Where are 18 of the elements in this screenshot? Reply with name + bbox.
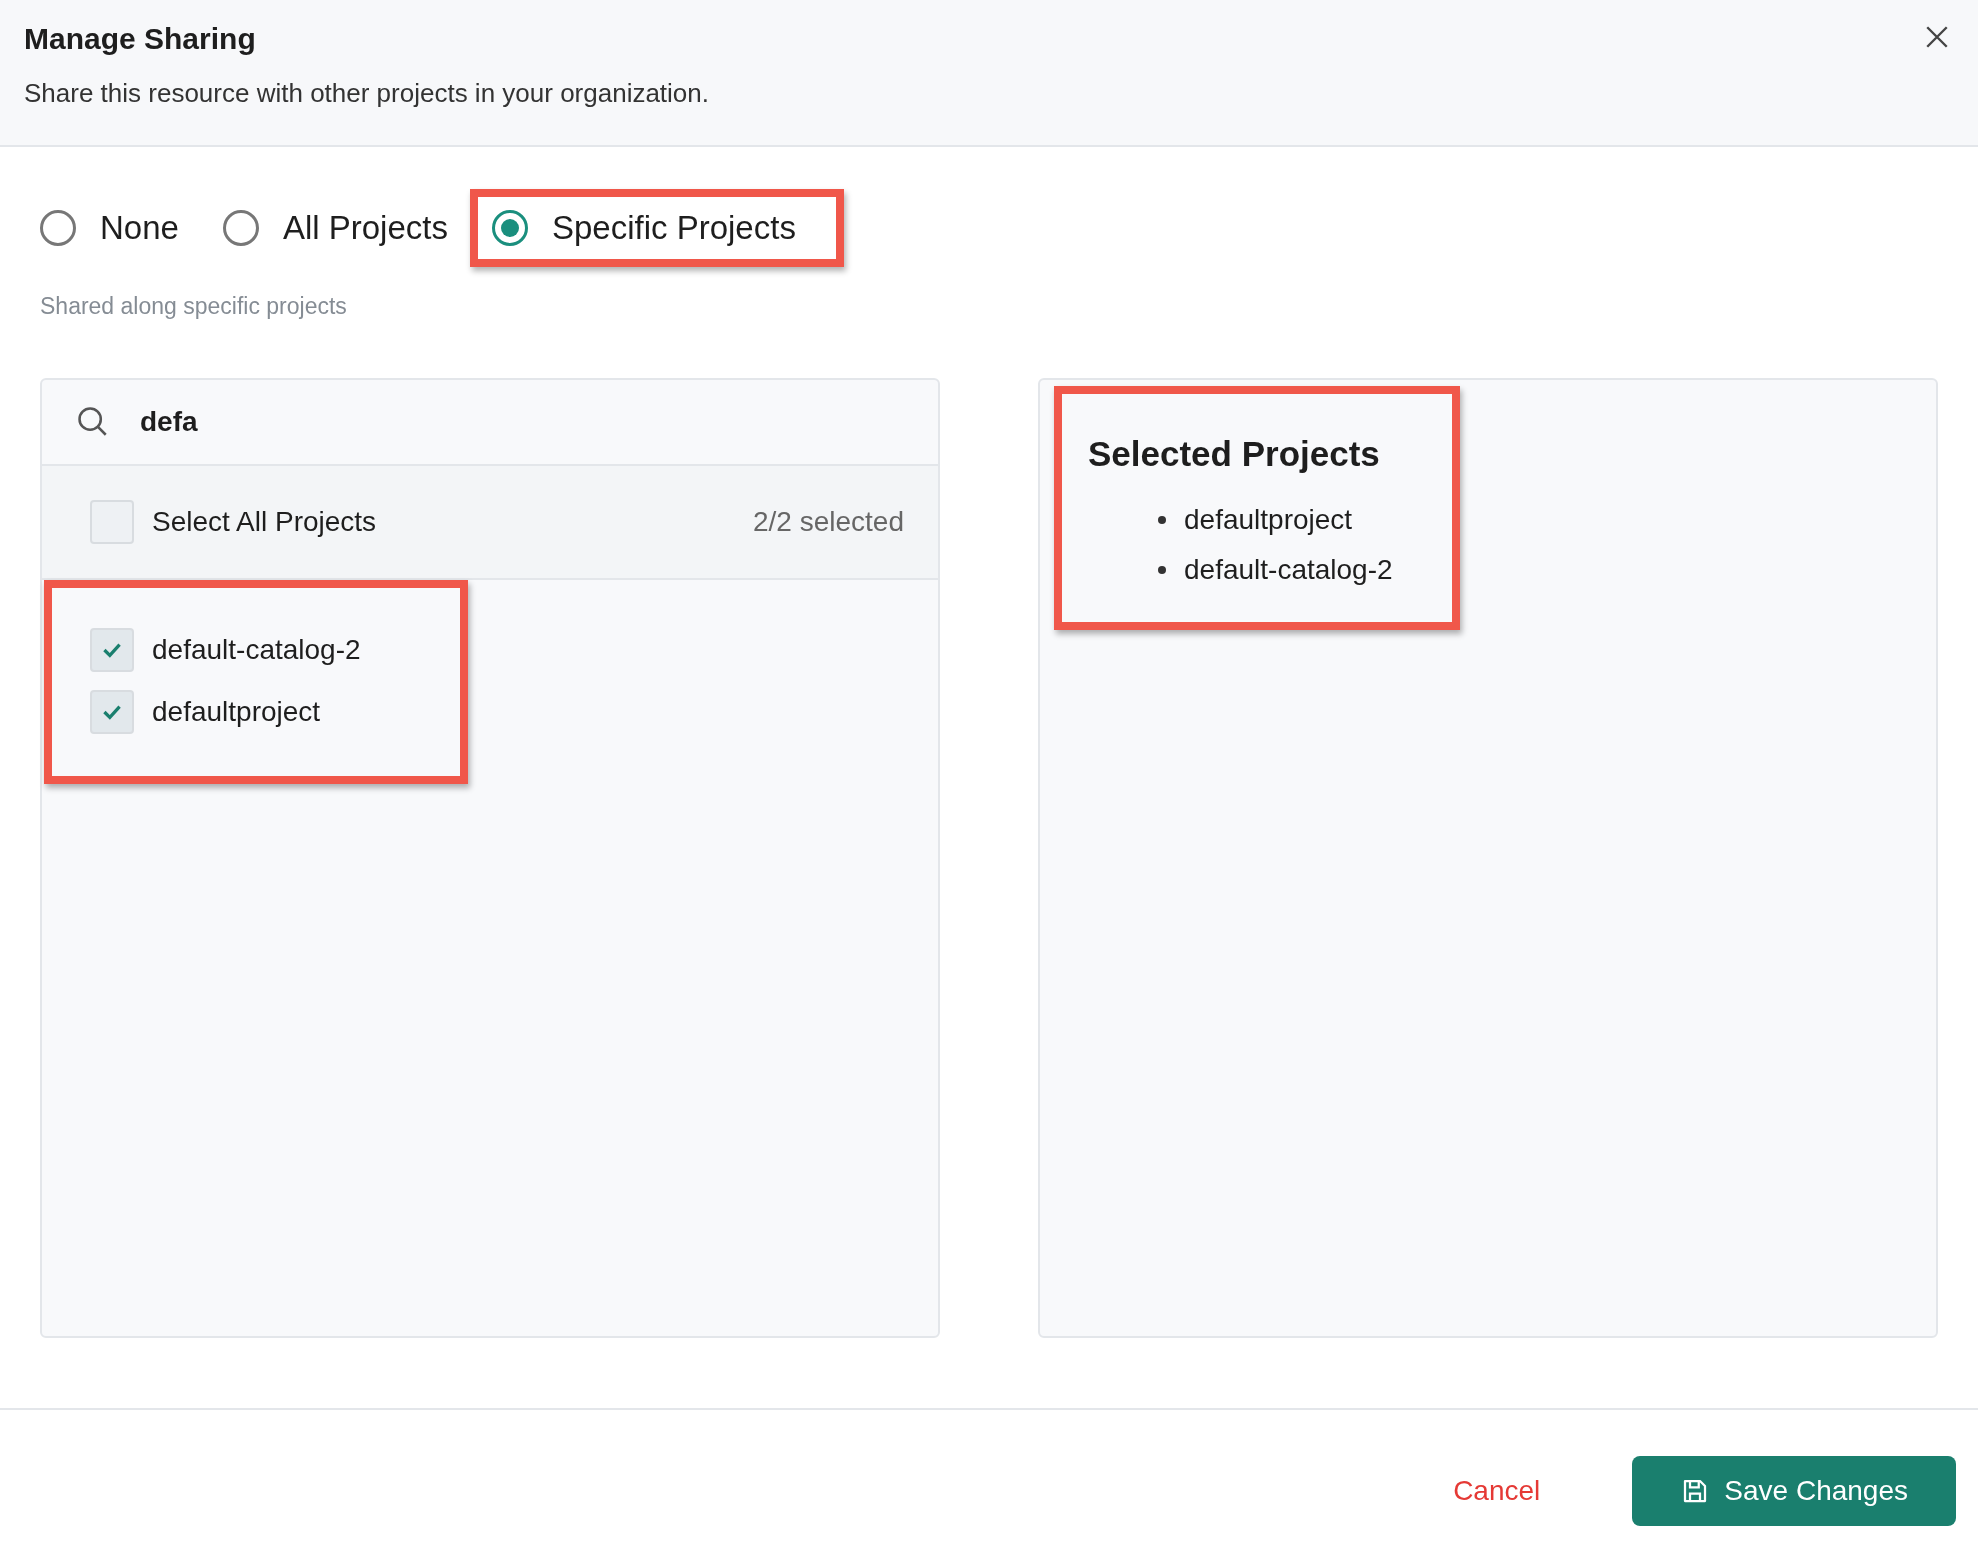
- bullet-icon: [1158, 516, 1166, 524]
- dialog-title: Manage Sharing: [24, 22, 256, 56]
- cancel-button[interactable]: Cancel: [1441, 1467, 1553, 1515]
- dialog-subtitle: Share this resource with other projects in your organization.: [24, 78, 710, 109]
- selected-project: defaultproject: [1184, 504, 1353, 536]
- helper-text: Shared along specific projects: [40, 293, 348, 320]
- select-all-checkbox[interactable]: Select All Projects: [90, 500, 377, 544]
- project-checkbox[interactable]: defaultproject: [90, 690, 420, 734]
- project-checkbox[interactable]: default-catalog-2: [90, 628, 420, 672]
- sharing-radio[interactable]: Specific Projects: [491, 209, 796, 247]
- sharing-radio[interactable]: All Projects: [222, 209, 448, 247]
- selected-project: default-catalog-2: [1184, 554, 1393, 586]
- selected-count: 2/2 selected: [753, 506, 904, 538]
- sharing-radio[interactable]: None: [40, 209, 179, 247]
- panel-title: Selected Projects: [1088, 434, 1381, 474]
- close-icon[interactable]: [1924, 24, 1950, 50]
- bullet-icon: [1158, 566, 1166, 574]
- save-button[interactable]: Save Changes: [1632, 1456, 1956, 1526]
